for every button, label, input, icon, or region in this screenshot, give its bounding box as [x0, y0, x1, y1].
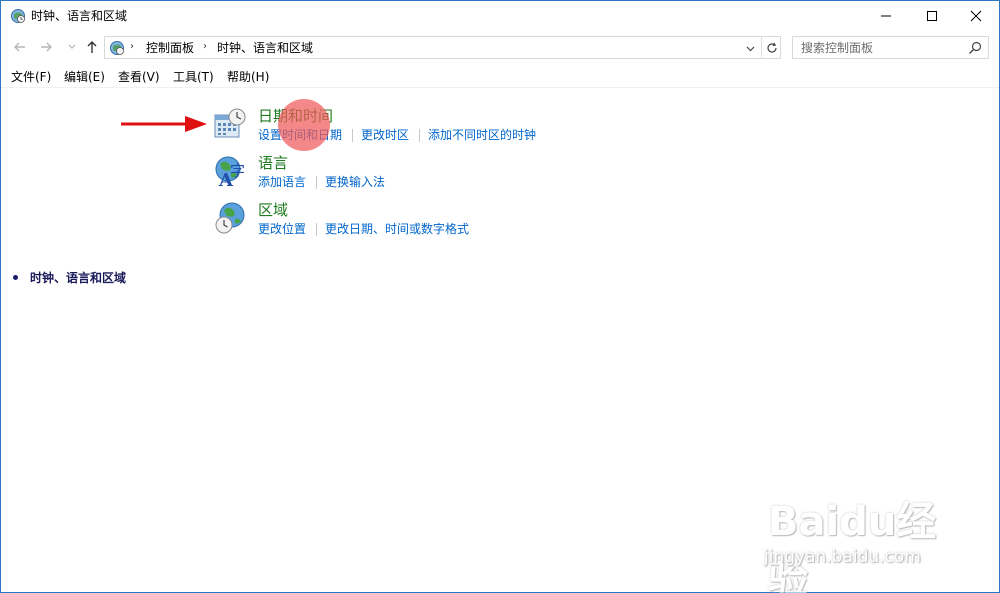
baidu-watermark: Baidu经验 jingyan.baidu.com — [756, 487, 956, 593]
refresh-icon — [766, 42, 777, 53]
forward-button[interactable] — [37, 38, 55, 56]
back-button[interactable] — [11, 38, 29, 56]
maximize-button[interactable] — [909, 1, 955, 31]
control-panel-icon — [110, 41, 124, 55]
maximize-icon — [927, 11, 937, 21]
region-globe-icon — [215, 202, 245, 234]
svg-text:字: 字 — [230, 162, 245, 180]
menu-edit[interactable]: 编辑(E) — [64, 69, 105, 85]
search-box[interactable]: 搜索控制面板 — [792, 36, 989, 59]
minimize-icon — [881, 15, 891, 17]
category-links: 更改位置 更改日期、时间或数字格式 — [258, 222, 469, 236]
breadcrumb-separator[interactable]: › — [203, 41, 207, 52]
control-panel-window: 时钟、语言和区域 › 控制面板 › 时钟、语言和区域 搜索控制面板 文件(F) … — [0, 0, 1000, 593]
clock-globe-icon — [11, 9, 25, 23]
address-bar[interactable]: › 控制面板 › 时钟、语言和区域 — [104, 36, 781, 59]
link-add-clocks[interactable]: 添加不同时区的时钟 — [428, 128, 536, 142]
breadcrumb-separator[interactable]: › — [130, 41, 134, 52]
menu-view[interactable]: 查看(V) — [118, 69, 160, 85]
search-placeholder[interactable]: 搜索控制面板 — [801, 41, 873, 55]
link-change-input-method[interactable]: 更换输入法 — [325, 175, 385, 189]
watermark-url: jingyan.baidu.com — [764, 547, 921, 567]
address-dropdown-button[interactable] — [742, 40, 758, 56]
up-button[interactable] — [83, 38, 101, 56]
menu-bar: 文件(F) 编辑(E) 查看(V) 工具(T) 帮助(H) — [1, 66, 999, 88]
arrow-left-icon — [14, 42, 25, 52]
click-highlight-circle — [278, 99, 330, 151]
refresh-button[interactable] — [761, 37, 781, 58]
menu-help[interactable]: 帮助(H) — [227, 69, 269, 85]
breadcrumb-control-panel[interactable]: 控制面板 — [146, 41, 194, 55]
category-title-language[interactable]: 语言 — [258, 154, 288, 172]
watermark-logo-text: Baidu经验 — [768, 499, 937, 593]
close-button[interactable] — [953, 1, 999, 31]
language-globe-icon: A 字 — [215, 156, 245, 188]
search-icon[interactable] — [968, 41, 982, 55]
close-icon — [970, 10, 982, 22]
arrow-up-icon — [87, 41, 97, 53]
menu-file[interactable]: 文件(F) — [11, 69, 51, 85]
navigation-bar: › 控制面板 › 时钟、语言和区域 搜索控制面板 — [1, 32, 999, 64]
link-divider — [316, 176, 318, 189]
menu-tools[interactable]: 工具(T) — [173, 69, 214, 85]
category-title-region[interactable]: 区域 — [258, 201, 288, 219]
chevron-down-icon — [746, 46, 754, 51]
title-bar: 时钟、语言和区域 — [1, 1, 999, 31]
link-divider — [419, 129, 421, 142]
chevron-down-icon — [68, 44, 76, 49]
red-arrow-icon — [121, 116, 207, 132]
breadcrumb-clock-language-region[interactable]: 时钟、语言和区域 — [217, 41, 313, 55]
category-links: 添加语言 更换输入法 — [258, 175, 385, 189]
link-add-language[interactable]: 添加语言 — [258, 175, 306, 189]
minimize-button[interactable] — [863, 1, 909, 31]
window-title: 时钟、语言和区域 — [31, 9, 128, 23]
sidebar-item-clock-language-region: 时钟、语言和区域 — [13, 269, 126, 286]
calendar-clock-icon — [214, 108, 246, 138]
link-change-formats[interactable]: 更改日期、时间或数字格式 — [325, 222, 469, 236]
recent-locations-button[interactable] — [63, 38, 81, 56]
link-change-location[interactable]: 更改位置 — [258, 222, 306, 236]
bullet-icon — [13, 275, 18, 280]
arrow-right-icon — [41, 42, 52, 52]
sidebar-item-label: 时钟、语言和区域 — [30, 271, 127, 285]
link-divider — [352, 129, 354, 142]
link-divider — [316, 223, 318, 236]
link-change-time-zone[interactable]: 更改时区 — [361, 128, 409, 142]
